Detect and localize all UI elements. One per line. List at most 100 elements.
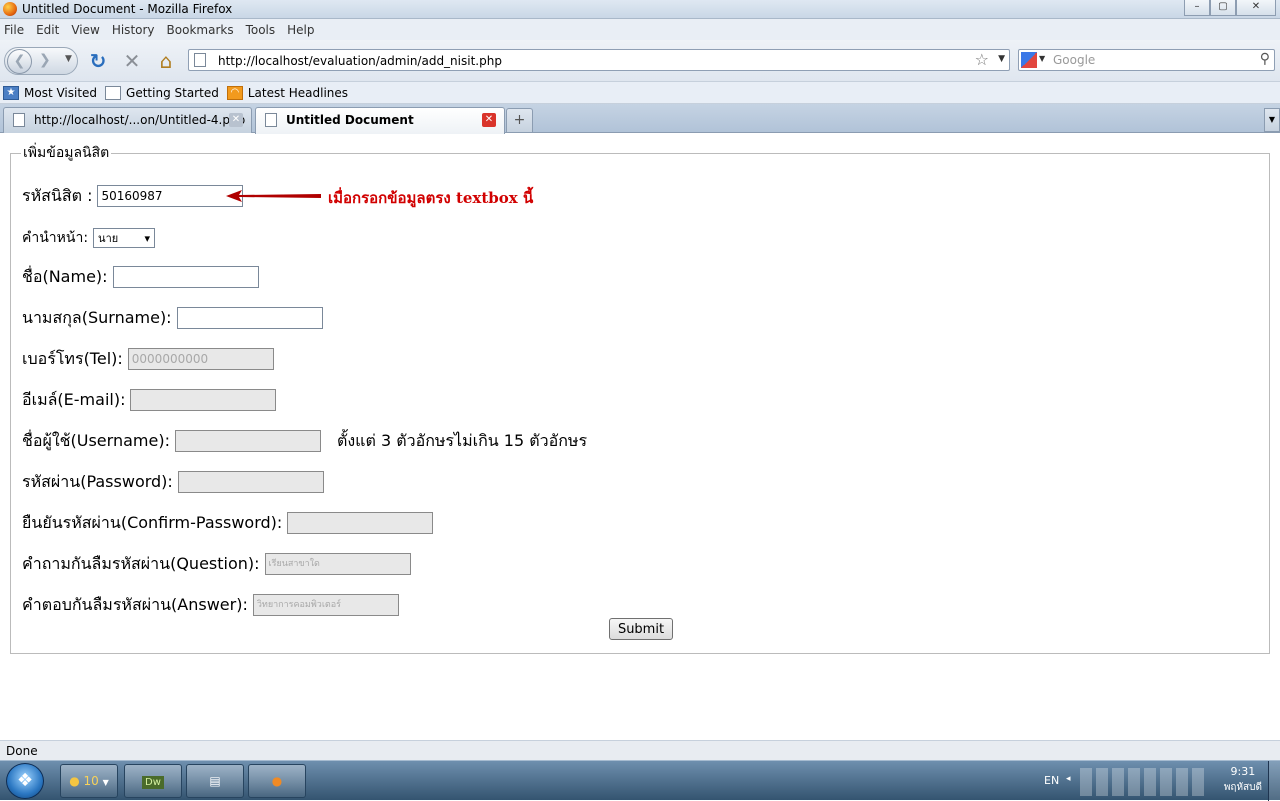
username-input[interactable] — [174, 430, 321, 452]
url-text[interactable]: http://localhost/evaluation/admin/add_ni… — [218, 54, 502, 68]
dreamweaver-icon: Dw — [142, 776, 164, 789]
menu-tools[interactable]: Tools — [246, 23, 276, 37]
name-row: ชื่อ(Name): — [22, 266, 259, 288]
menu-view[interactable]: View — [71, 23, 99, 37]
close-tab-icon[interactable]: ✕ — [229, 113, 243, 127]
answer-row: คำตอบกันลืมรหัสผ่าน(Answer): — [22, 594, 399, 616]
google-engine-icon[interactable] — [1021, 52, 1037, 68]
firefox-icon: ● — [271, 774, 283, 788]
answer-label: คำตอบกันลืมรหัสผ่าน(Answer): — [22, 594, 248, 614]
prefix-label: คำนำหน้า: — [22, 230, 89, 246]
engine-dropdown-icon[interactable]: ▼ — [1039, 54, 1045, 63]
menu-help[interactable]: Help — [287, 23, 314, 37]
firefox-icon — [3, 2, 17, 16]
name-label: ชื่อ(Name): — [22, 266, 108, 286]
question-input[interactable] — [264, 553, 411, 575]
username-hint: ตั้งแต่ 3 ตัวอักษรไม่เกิน 15 ตัวอักษร — [336, 430, 588, 450]
tel-label: เบอร์โทร(Tel): — [22, 348, 123, 368]
tab-untitled-document[interactable]: Untitled Document ✕ — [255, 107, 505, 134]
tel-input[interactable] — [127, 348, 274, 370]
password-input[interactable] — [177, 471, 324, 493]
maximize-button[interactable]: ▢ — [1210, 0, 1236, 16]
surname-label: นามสกุล(Surname): — [22, 307, 172, 327]
tab-label: Untitled Document — [286, 113, 414, 127]
password-label: รหัสผ่าน(Password): — [22, 471, 173, 491]
email-input[interactable] — [130, 389, 277, 411]
confirm-password-input[interactable] — [287, 512, 434, 534]
menu-bookmarks[interactable]: Bookmarks — [167, 23, 234, 37]
surname-input[interactable] — [176, 307, 323, 329]
page-icon — [265, 113, 277, 127]
stop-icon[interactable]: ✕ — [121, 50, 143, 72]
forward-button[interactable]: ❯ — [39, 52, 51, 68]
history-dropdown-icon[interactable]: ▼ — [65, 54, 72, 64]
bookmark-label: Latest Headlines — [247, 85, 349, 100]
confirm-password-row: ยืนยันรหัสผ่าน(Confirm-Password): — [22, 512, 434, 534]
search-placeholder[interactable]: Google — [1053, 53, 1095, 67]
back-button[interactable]: ❮ — [7, 49, 32, 74]
status-bar: Done — [0, 740, 1280, 760]
bookmark-star-icon[interactable]: ☆ — [975, 50, 989, 69]
bookmarks-toolbar: ★ Most Visited Getting Started ◠ Latest … — [0, 82, 1280, 104]
menu-history[interactable]: History — [112, 23, 155, 37]
bookmark-label: Getting Started — [126, 85, 219, 100]
new-tab-button[interactable]: + — [506, 108, 533, 132]
tray-icons[interactable] — [1080, 768, 1204, 796]
name-input[interactable] — [112, 266, 259, 288]
page-icon — [13, 113, 25, 127]
clock-day: พฤหัสบดี — [1223, 782, 1262, 793]
rss-icon: ◠ — [226, 85, 243, 100]
form-legend: เพิ่มข้อมูลนิสิต — [23, 145, 110, 161]
student-id-label: รหัสนิสิต : — [22, 185, 93, 205]
email-label: อีเมล์(E-mail): — [22, 389, 126, 409]
list-all-tabs-icon[interactable]: ▼ — [1264, 108, 1280, 132]
close-window-button[interactable]: ✕ — [1236, 0, 1276, 16]
home-icon[interactable]: ⌂ — [155, 50, 177, 72]
show-desktop-button[interactable] — [1268, 761, 1280, 801]
start-button[interactable] — [6, 763, 44, 799]
taskbar-chrome-group[interactable]: ● 10 ▼ — [60, 764, 118, 798]
surname-row: นามสกุล(Surname): — [22, 307, 323, 329]
back-forward-group: ❮ ❯ ▼ — [4, 47, 78, 75]
taskbar-firefox[interactable]: ● — [248, 764, 306, 798]
url-bar[interactable]: http://localhost/evaluation/admin/add_ni… — [188, 49, 1010, 71]
tel-row: เบอร์โทร(Tel): — [22, 348, 274, 370]
bookmark-getting-started[interactable]: Getting Started — [105, 85, 219, 100]
taskbar-dreamweaver[interactable]: Dw — [124, 764, 182, 798]
clock[interactable]: 9:31 พฤหัสบดี — [1224, 764, 1262, 796]
prefix-select[interactable]: นาย ▾ — [93, 228, 156, 248]
tab-untitled-4[interactable]: http://localhost/...on/Untitled-4.php ✕ — [3, 107, 252, 133]
close-tab-icon[interactable]: ✕ — [482, 113, 496, 127]
tab-strip: http://localhost/...on/Untitled-4.php ✕ … — [0, 104, 1280, 134]
annotation-arrow-icon — [226, 190, 321, 202]
menu-edit[interactable]: Edit — [36, 23, 59, 37]
url-dropdown-icon[interactable]: ▼ — [998, 54, 1005, 64]
chevron-down-icon: ▾ — [144, 231, 151, 245]
search-icon[interactable]: ⚲ — [1260, 51, 1270, 67]
clock-time: 9:31 — [1230, 765, 1256, 778]
windows-taskbar: ● 10 ▼ Dw ▤ ● EN ◂ 9:31 พฤหัสบดี — [0, 760, 1280, 801]
prefix-row: คำนำหน้า: นาย ▾ — [22, 227, 156, 249]
reload-icon[interactable]: ↻ — [87, 50, 109, 72]
submit-button[interactable]: Submit — [609, 618, 673, 640]
username-row: ชื่อผู้ใช้(Username): ตั้งแต่ 3 ตัวอักษร… — [22, 430, 587, 452]
search-bar[interactable]: ▼ Google ⚲ — [1018, 49, 1275, 71]
bookmark-latest-headlines[interactable]: ◠ Latest Headlines — [226, 85, 349, 100]
student-id-input[interactable] — [97, 185, 244, 207]
answer-input[interactable] — [252, 594, 399, 616]
language-indicator[interactable]: EN — [1044, 774, 1059, 787]
question-row: คำถามกันลืมรหัสผ่าน(Question): — [22, 553, 411, 575]
taskbar-notepad[interactable]: ▤ — [186, 764, 244, 798]
menu-file[interactable]: File — [4, 23, 24, 37]
tab-label: http://localhost/...on/Untitled-4.php — [34, 113, 246, 127]
username-label: ชื่อผู้ใช้(Username): — [22, 430, 170, 450]
chrome-window-count: 10 — [83, 774, 99, 788]
student-id-row: รหัสนิสิต : — [22, 185, 244, 207]
bookmark-most-visited[interactable]: ★ Most Visited — [3, 85, 97, 100]
annotation-text: เมื่อกรอกข้อมูลตรง textbox นี้ — [328, 189, 534, 207]
minimize-button[interactable]: – — [1184, 0, 1210, 16]
status-text: Done — [6, 744, 38, 758]
tray-expand-icon[interactable]: ◂ — [1066, 774, 1071, 784]
window-titlebar: Untitled Document - Mozilla Firefox – ▢ … — [0, 0, 1280, 19]
confirm-password-label: ยืนยันรหัสผ่าน(Confirm-Password): — [22, 512, 283, 532]
